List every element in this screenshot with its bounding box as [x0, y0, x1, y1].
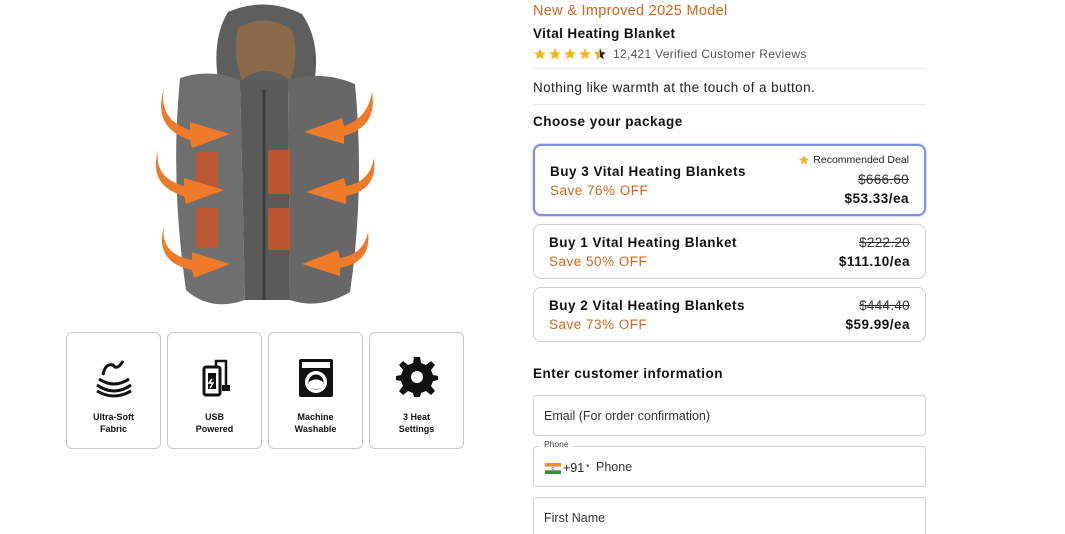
package-name: Buy 1 Vital Heating Blanket — [549, 235, 738, 250]
india-flag-icon[interactable] — [545, 463, 561, 474]
product-tagline: Nothing like warmth at the touch of a bu… — [533, 80, 816, 95]
feature-label: USB Powered — [195, 412, 234, 434]
feature-label: Machine Washable — [294, 412, 337, 434]
original-price: $666.60 — [858, 172, 909, 187]
original-price: $444.40 — [859, 298, 910, 313]
rating-row: 12,421 Verified Customer Reviews — [533, 47, 807, 61]
star-icon — [564, 48, 576, 60]
feature-label: 3 Heat Settings — [398, 412, 435, 434]
package-name: Buy 2 Vital Heating Blankets — [549, 298, 746, 313]
usb-power-bank-icon — [192, 355, 238, 401]
country-code[interactable]: +91 — [563, 461, 584, 475]
dropdown-dot-icon[interactable]: • — [586, 461, 590, 472]
star-icon — [579, 48, 591, 60]
phone-label: Phone — [540, 439, 573, 449]
feature-list: Ultra-Soft Fabric USB Powered Machine Wa… — [66, 332, 464, 449]
package-savings: Save 73% OFF — [549, 317, 648, 332]
divider — [533, 104, 926, 105]
unit-price: $59.99/ea — [845, 317, 910, 332]
unit-price: $111.10/ea — [838, 254, 910, 269]
feature-card: 3 Heat Settings — [369, 332, 464, 449]
feature-card: Ultra-Soft Fabric — [66, 332, 161, 449]
star-icon — [534, 48, 546, 60]
recommended-badge: Recommended Deal — [798, 154, 909, 166]
customer-info-heading: Enter customer information — [533, 366, 724, 381]
review-count[interactable]: 12,421 Verified Customer Reviews — [613, 47, 807, 61]
package-savings: Save 76% OFF — [550, 183, 649, 198]
package-option-buy-3[interactable]: Recommended Deal Buy 3 Vital Heating Bla… — [533, 144, 926, 216]
first-name-input[interactable] — [544, 498, 914, 534]
package-option-buy-1[interactable]: Buy 1 Vital Heating Blanket Save 50% OFF… — [533, 224, 926, 279]
star-icon — [799, 155, 810, 165]
feature-label: Ultra-Soft Fabric — [93, 412, 134, 434]
package-savings: Save 50% OFF — [549, 254, 648, 269]
package-name: Buy 3 Vital Heating Blankets — [550, 164, 747, 179]
half-star-icon — [594, 48, 606, 60]
promo-headline: New & Improved 2025 Model — [533, 3, 728, 19]
product-title: Vital Heating Blanket — [533, 26, 676, 41]
washing-machine-icon — [293, 355, 339, 401]
star-icon — [549, 48, 561, 60]
unit-price: $53.33/ea — [844, 191, 909, 206]
email-input[interactable] — [544, 396, 914, 435]
feature-card: USB Powered — [167, 332, 262, 449]
star-rating — [533, 47, 607, 61]
feature-card: Machine Washable — [268, 332, 363, 449]
first-name-field[interactable] — [533, 497, 926, 534]
heated-vest-illustration — [155, 4, 375, 305]
gear-icon — [394, 355, 440, 401]
phone-input[interactable] — [596, 447, 896, 486]
badge-label: Recommended Deal — [813, 154, 909, 166]
ultra-soft-fabric-icon — [91, 355, 137, 401]
package-option-buy-2[interactable]: Buy 2 Vital Heating Blankets Save 73% OF… — [533, 287, 926, 342]
product-image — [150, 0, 380, 320]
original-price: $222.20 — [859, 235, 910, 250]
package-heading: Choose your package — [533, 114, 683, 129]
email-field[interactable] — [533, 395, 926, 436]
divider — [533, 68, 926, 69]
phone-field[interactable]: +91 • — [533, 446, 926, 487]
